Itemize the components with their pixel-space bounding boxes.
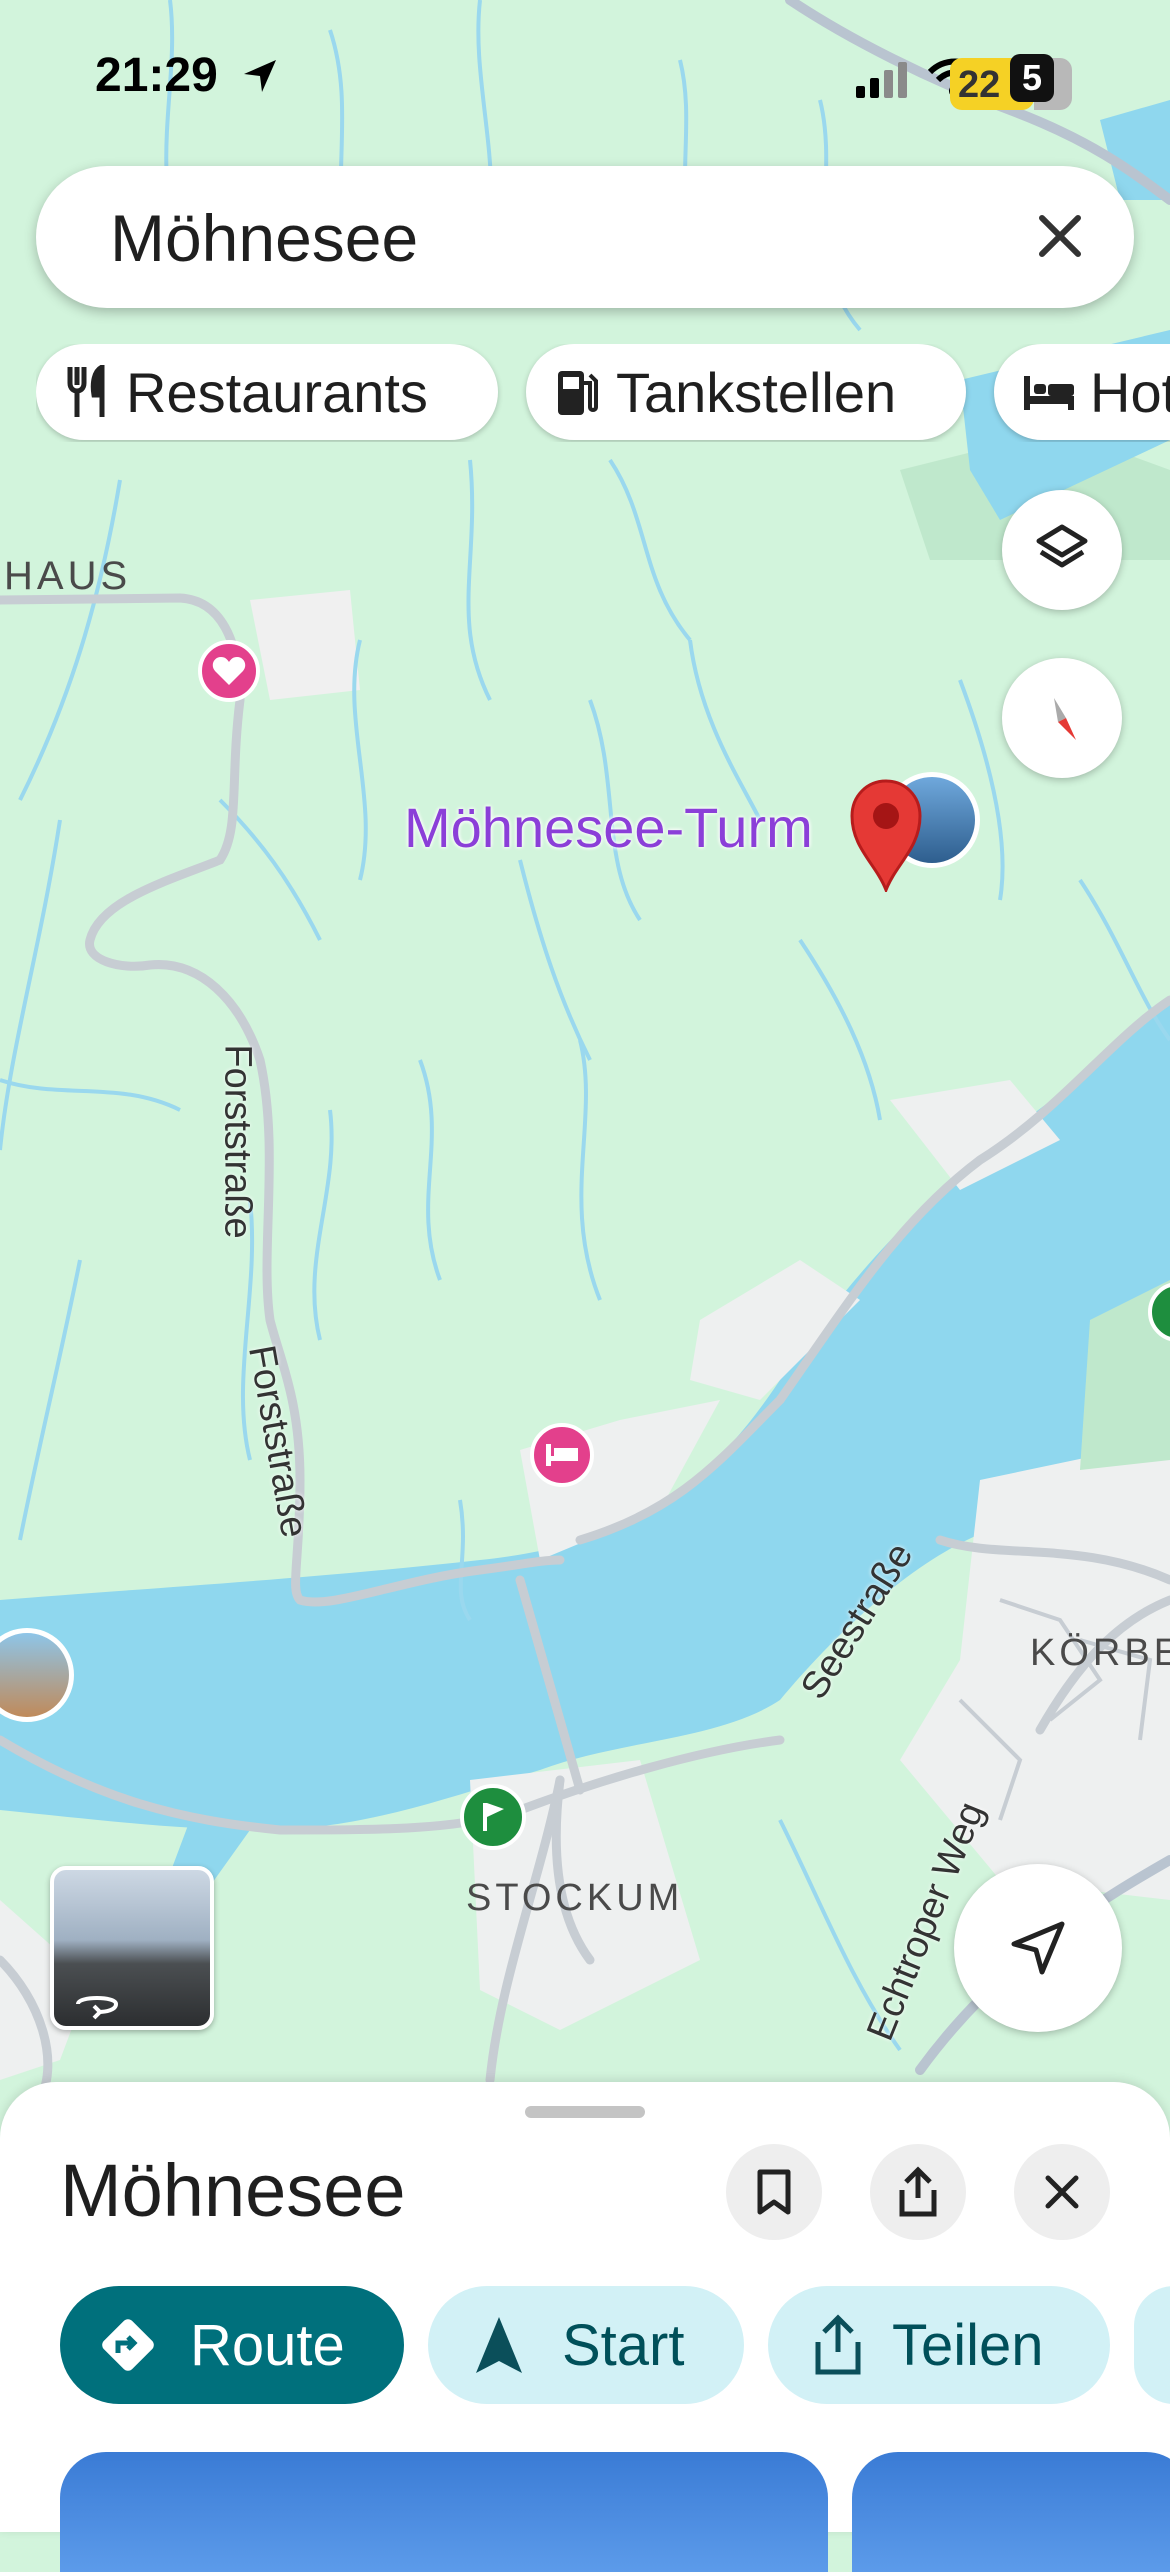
layers-button[interactable] (1002, 490, 1122, 610)
compass-icon (1054, 698, 1076, 740)
more-actions-partial[interactable] (1134, 2286, 1170, 2404)
bed-icon (1024, 376, 1074, 410)
cellular-signal-icon (856, 62, 907, 98)
teilen-label: Teilen (892, 2312, 1044, 2378)
save-button[interactable] (726, 2144, 822, 2240)
share-icon (899, 2166, 937, 2217)
start-button[interactable]: Start (428, 2286, 744, 2404)
layers-icon (1036, 524, 1088, 568)
place-title: Möhnesee (60, 2149, 406, 2232)
road-label-forststrasse-1: Forststraße (216, 1044, 259, 1239)
route-label: Route (190, 2312, 345, 2378)
place-bottom-sheet[interactable]: Möhnesee Route Start Teilen (0, 2082, 1170, 2572)
route-button[interactable]: Route (60, 2286, 404, 2404)
fork-knife-icon (67, 365, 105, 417)
compass-button[interactable] (1002, 658, 1122, 778)
street-view-thumbnail[interactable] (50, 1866, 214, 2030)
flag-marker-icon[interactable] (460, 1784, 526, 1850)
search-query[interactable]: Möhnesee (110, 200, 418, 276)
chip-tankstellen-label: Tankstellen (616, 360, 897, 424)
area-label-stockum: STOCKUM (466, 1877, 684, 1919)
location-arrow-icon (244, 60, 276, 92)
chip-restaurants[interactable]: Restaurants (36, 344, 498, 440)
bookmark-icon (757, 2169, 791, 2215)
navigation-arrow-icon (476, 2317, 522, 2373)
rotate-360-icon (76, 1996, 119, 2020)
my-location-button[interactable] (954, 1864, 1122, 2032)
chip-hotels[interactable]: Hotels (994, 344, 1170, 440)
photo-card-2[interactable] (852, 2452, 1170, 2572)
chip-tankstellen[interactable]: Tankstellen (526, 344, 966, 440)
navigation-arrow-icon (1011, 1921, 1065, 1975)
status-time: 21:29 (95, 49, 218, 102)
hotel-marker-icon[interactable] (530, 1423, 594, 1487)
saved-place-heart-icon[interactable] (198, 640, 260, 702)
sheet-drag-handle[interactable] (525, 2106, 645, 2118)
chip-hotels-label: Hotels (1090, 360, 1170, 424)
share-icon (815, 2314, 861, 2375)
notification-badge: 5 (1010, 54, 1054, 102)
search-bar[interactable]: Möhnesee (36, 166, 1134, 308)
share-button[interactable] (870, 2144, 966, 2240)
start-label: Start (562, 2312, 685, 2378)
directions-icon (102, 2319, 154, 2371)
battery-level-text: 22 (958, 64, 1001, 106)
photo-card-1[interactable] (60, 2452, 828, 2572)
close-icon (1045, 2175, 1079, 2209)
area-label-haus: HAUS (4, 554, 132, 598)
place-label-moehnesee-turm[interactable]: Möhnesee-Turm (404, 795, 813, 860)
map-pin-icon[interactable] (848, 778, 924, 892)
close-sheet-button[interactable] (1014, 2144, 1110, 2240)
chip-restaurants-label: Restaurants (126, 360, 428, 424)
area-label-koerbecke: KÖRBE (1030, 1632, 1170, 1674)
fuel-pump-icon (558, 371, 598, 415)
clear-search-icon[interactable] (1030, 206, 1090, 266)
status-bar: 21:29 22 5 (0, 0, 1170, 150)
teilen-button[interactable]: Teilen (768, 2286, 1110, 2404)
category-chips: Restaurants Tankstellen Hotels (36, 344, 1170, 442)
